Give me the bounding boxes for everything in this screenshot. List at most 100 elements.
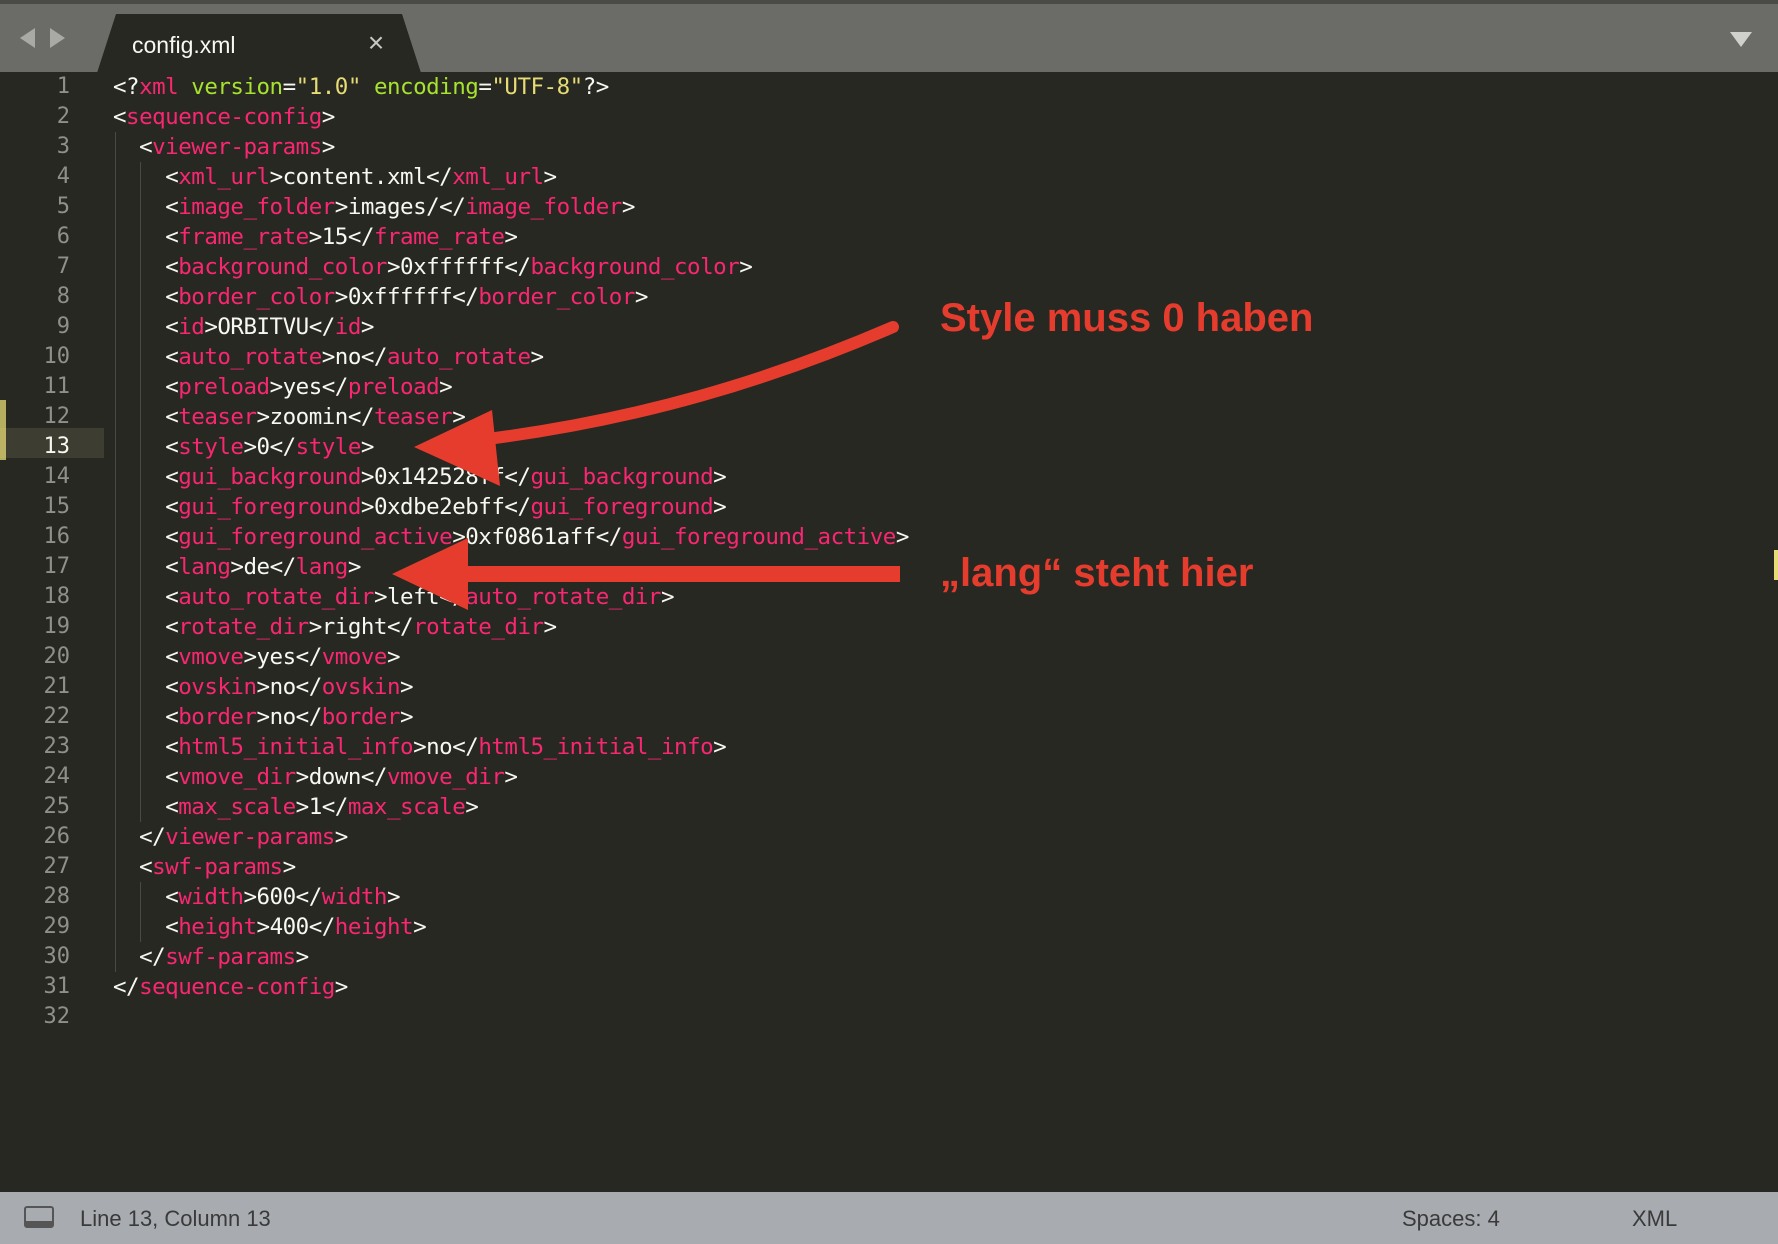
code-token: >	[739, 254, 753, 280]
code-line[interactable]: <border>no</border>	[113, 702, 1778, 732]
code-token: gui_background	[178, 464, 361, 490]
line-number: 7	[56, 254, 70, 279]
indent-guide	[140, 402, 142, 432]
code-token: <	[165, 224, 179, 250]
code-line[interactable]: <id>ORBITVU</id>	[113, 312, 1778, 342]
code-token: <	[165, 284, 179, 310]
indent-guide	[115, 942, 116, 972]
code-token: width	[321, 884, 388, 910]
code-line[interactable]: <teaser>zoomin</teaser>	[113, 402, 1778, 432]
code-token: teaser	[373, 404, 453, 430]
code-token: <	[165, 374, 179, 400]
indent-guide	[115, 762, 116, 792]
code-line[interactable]: <frame_rate>15</frame_rate>	[113, 222, 1778, 252]
indent-guide	[115, 162, 116, 192]
code-token: </	[295, 674, 323, 700]
cursor-position[interactable]: Line 13, Column 13	[80, 1206, 271, 1232]
code-token: image_folder	[178, 194, 335, 220]
code-token: <	[165, 344, 179, 370]
triangle-left-icon[interactable]	[20, 28, 35, 48]
code-token: vmove_dir	[386, 764, 505, 790]
code-line[interactable]: <border_color>0xffffff</border_color>	[113, 282, 1778, 312]
code-line[interactable]: <gui_foreground>0xdbe2ebff</gui_foregrou…	[113, 492, 1778, 522]
code-token: <	[165, 794, 179, 820]
code-line[interactable]: <image_folder>images/</image_folder>	[113, 192, 1778, 222]
code-token: >	[713, 734, 727, 760]
code-line[interactable]: <background_color>0xffffff</background_c…	[113, 252, 1778, 282]
code-line[interactable]: <vmove>yes</vmove>	[113, 642, 1778, 672]
code-line[interactable]: </swf-params>	[113, 942, 1778, 972]
indent-guide	[140, 612, 142, 642]
code-line[interactable]: <viewer-params>	[113, 132, 1778, 162]
code-token: >	[308, 224, 323, 250]
code-line[interactable]: </viewer-params>	[113, 822, 1778, 852]
code-line[interactable]: <auto_rotate_dir>left</auto_rotate_dir>	[113, 582, 1778, 612]
code-token: </	[347, 404, 375, 430]
code-token: no	[334, 344, 362, 370]
code-token: auto_rotate_dir	[465, 584, 661, 610]
code-token: >	[243, 884, 257, 910]
indent-guide	[115, 522, 116, 552]
code-token: ovskin	[321, 674, 401, 700]
code-line[interactable]: <auto_rotate>no</auto_rotate>	[113, 342, 1778, 372]
indent-guide	[115, 732, 116, 762]
code-token: frame_rate	[373, 224, 505, 250]
code-token: >	[269, 164, 284, 190]
indent-guide	[115, 132, 116, 162]
code-token: 600	[256, 884, 297, 910]
code-area[interactable]: <?xml version="1.0" encoding="UTF-8"?> <s…	[113, 72, 1778, 1032]
code-line[interactable]	[113, 1002, 1778, 1032]
code-line[interactable]: </sequence-config>	[113, 972, 1778, 1002]
code-token: >	[204, 314, 218, 340]
code-line[interactable]: <rotate_dir>right</rotate_dir>	[113, 612, 1778, 642]
code-line[interactable]: <preload>yes</preload>	[113, 372, 1778, 402]
indent-guide	[115, 552, 116, 582]
code-token: border_color	[178, 284, 335, 310]
code-line[interactable]: <sequence-config>	[113, 102, 1778, 132]
code-line[interactable]: <lang>de</lang>	[113, 552, 1778, 582]
code-line[interactable]: <ovskin>no</ovskin>	[113, 672, 1778, 702]
line-number: 31	[43, 974, 71, 999]
indent-guide	[140, 882, 142, 912]
code-token: id	[178, 314, 205, 340]
panel-icon[interactable]	[24, 1206, 54, 1228]
code-line[interactable]: <style>0</style>	[113, 432, 1778, 462]
code-token: >	[660, 584, 675, 610]
indentation-setting[interactable]: Spaces: 4	[1402, 1206, 1500, 1232]
code-line[interactable]: <height>400</height>	[113, 912, 1778, 942]
code-editor[interactable]: 1 2 3 4 5 6 7 8 9 10 11 12 13 14 15 16 17 18 19 20 21 22 23 24 2…	[0, 72, 1778, 1192]
code-line[interactable]: <html5_initial_info>no</html5_initial_in…	[113, 732, 1778, 762]
code-token: 15	[321, 224, 349, 250]
code-token: >	[413, 734, 427, 760]
tab-config-xml[interactable]: config.xml ×	[96, 14, 422, 76]
close-icon[interactable]: ×	[364, 28, 388, 58]
code-token: lang	[295, 554, 349, 580]
code-token: </	[504, 494, 531, 520]
line-number: 4	[56, 164, 70, 189]
code-line[interactable]: <swf-params>	[113, 852, 1778, 882]
code-line[interactable]: <xml_url>content.xml</xml_url>	[113, 162, 1778, 192]
indent-guide	[140, 792, 142, 822]
code-line[interactable]: <gui_foreground_active>0xf0861aff</gui_f…	[113, 522, 1778, 552]
code-line[interactable]: <?xml version="1.0" encoding="UTF-8"?>	[113, 72, 1778, 102]
triangle-right-icon[interactable]	[50, 28, 65, 48]
syntax-selector[interactable]: XML	[1632, 1206, 1677, 1232]
code-token: >	[530, 344, 545, 370]
code-line[interactable]: <max_scale>1</max_scale>	[113, 792, 1778, 822]
code-token: >	[256, 674, 271, 700]
code-line[interactable]: <vmove_dir>down</vmove_dir>	[113, 762, 1778, 792]
code-token: </	[139, 824, 166, 850]
code-token: no	[426, 734, 453, 760]
code-token: >	[295, 944, 310, 970]
code-token: no	[269, 704, 297, 730]
code-token: background_color	[178, 254, 387, 280]
code-line[interactable]: <gui_background>0x142528ff</gui_backgrou…	[113, 462, 1778, 492]
code-line[interactable]: <width>600</width>	[113, 882, 1778, 912]
code-token: encoding	[373, 74, 479, 100]
code-token: </	[360, 764, 388, 790]
indent-guide	[115, 642, 116, 672]
chevron-down-icon[interactable]	[1730, 32, 1752, 47]
